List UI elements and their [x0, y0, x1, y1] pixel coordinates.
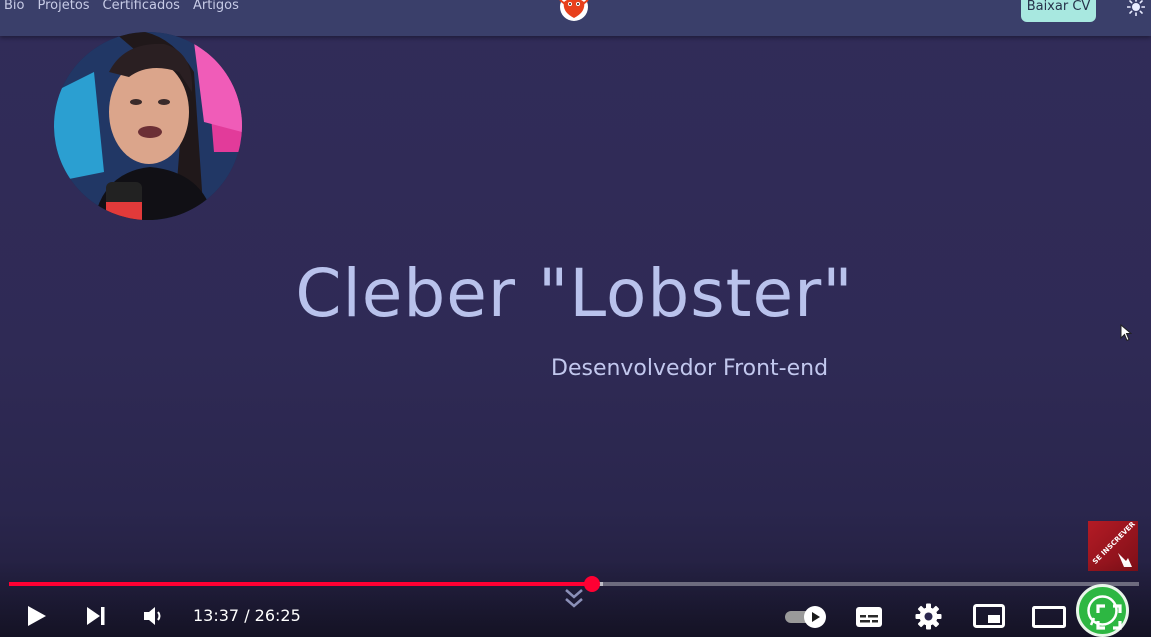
- autoplay-toggle-icon[interactable]: [783, 605, 829, 629]
- nav-link-projetos[interactable]: Projetos: [37, 0, 89, 13]
- theater-mode-icon[interactable]: [1032, 606, 1066, 628]
- site-navbar: Bio Projetos Certificados Artigos Baixar…: [0, 0, 1151, 36]
- fullscreen-icon[interactable]: [1096, 604, 1122, 630]
- hero-name-text: Cleber "Lobster": [295, 255, 854, 332]
- nav-link-artigos[interactable]: Artigos: [193, 0, 239, 13]
- hero-subtitle: Desenvolvedor Front-end: [551, 356, 829, 381]
- miniplayer-icon[interactable]: [973, 604, 1005, 628]
- sun-icon[interactable]: [1127, 0, 1145, 16]
- subtitles-icon[interactable]: [855, 606, 883, 628]
- play-icon[interactable]: [26, 604, 48, 628]
- double-chevron-down-icon[interactable]: [562, 586, 586, 612]
- mouse-cursor-icon: [1120, 324, 1132, 342]
- hero-title: Cleber "Lobster": [0, 252, 1151, 336]
- nav-link-certificados[interactable]: Certificados: [103, 0, 180, 13]
- volume-icon[interactable]: [143, 606, 165, 626]
- video-frame[interactable]: Bio Projetos Certificados Artigos Baixar…: [0, 0, 1151, 637]
- next-icon[interactable]: [85, 605, 107, 627]
- progress-played: [9, 582, 592, 586]
- lobster-logo-icon[interactable]: [556, 0, 592, 24]
- webcam-presenter-image: [54, 32, 242, 220]
- download-cv-button[interactable]: Baixar CV: [1021, 0, 1096, 22]
- time-display: 13:37 / 26:25: [193, 606, 301, 625]
- gear-icon[interactable]: [915, 603, 942, 630]
- nav-links: Bio Projetos Certificados Artigos: [4, 0, 239, 13]
- nav-link-bio[interactable]: Bio: [4, 0, 24, 13]
